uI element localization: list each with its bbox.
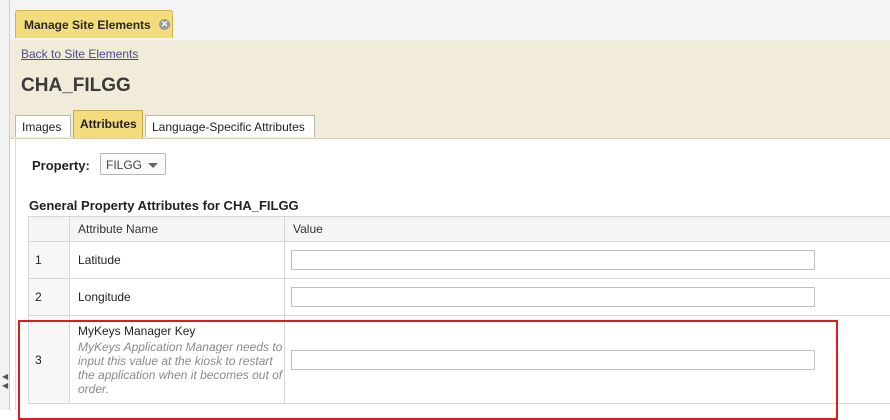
attribute-name-text: Latitude	[78, 253, 284, 267]
row-number: 3	[29, 316, 70, 404]
attribute-name: MyKeys Manager Key MyKeys Application Ma…	[70, 316, 285, 404]
back-to-site-elements-link[interactable]: Back to Site Elements	[21, 47, 138, 61]
tab-label: Manage Site Elements	[24, 18, 151, 32]
chevron-down-icon	[148, 163, 158, 168]
column-header-number	[29, 217, 70, 242]
row-number: 2	[29, 279, 70, 316]
tab-label: Language-Specific Attributes	[152, 120, 305, 134]
column-header-value: Value	[285, 217, 890, 242]
latitude-input[interactable]	[291, 250, 815, 270]
page-header: Back to Site Elements CHA_FILGG Images A…	[10, 40, 890, 139]
property-select-value: FILGG	[106, 158, 142, 172]
attributes-panel: Property: FILGG General Property Attribu…	[15, 139, 890, 410]
tab-attributes[interactable]: Attributes	[73, 110, 143, 138]
attribute-name-text: MyKeys Manager Key	[78, 324, 284, 338]
left-collapse-strip[interactable]: ◀◀	[0, 0, 10, 410]
longitude-input[interactable]	[291, 287, 815, 307]
tab-label: Images	[22, 120, 61, 134]
table-header-row: Attribute Name Value	[29, 217, 890, 242]
table-row: 2 Longitude	[29, 279, 890, 316]
section-title: General Property Attributes for CHA_FILG…	[29, 198, 299, 213]
table-row: 1 Latitude	[29, 242, 890, 279]
property-label: Property:	[32, 158, 90, 173]
tab-images[interactable]: Images	[15, 115, 71, 137]
attribute-description: MyKeys Application Manager needs to inpu…	[78, 340, 284, 396]
top-tab-bar: Manage Site Elements ✕	[10, 0, 890, 43]
tab-manage-site-elements[interactable]: Manage Site Elements ✕	[15, 10, 173, 38]
collapse-arrow-icon[interactable]: ◀◀	[2, 372, 7, 406]
attribute-value-cell	[285, 242, 890, 279]
column-header-attribute-name: Attribute Name	[70, 217, 285, 242]
table-row: 3 MyKeys Manager Key MyKeys Application …	[29, 316, 890, 404]
tab-label: Attributes	[80, 117, 137, 131]
attributes-table: Attribute Name Value 1 Latitude 2 Longit…	[28, 216, 890, 404]
property-select[interactable]: FILGG	[100, 153, 166, 175]
attribute-value-cell	[285, 316, 890, 404]
page-title: CHA_FILGG	[21, 75, 131, 97]
tab-language-specific-attributes[interactable]: Language-Specific Attributes	[145, 115, 315, 137]
attribute-name-text: Longitude	[78, 290, 284, 304]
close-icon[interactable]: ✕	[159, 19, 170, 30]
attribute-name: Longitude	[70, 279, 285, 316]
attribute-value-cell	[285, 279, 890, 316]
attribute-name: Latitude	[70, 242, 285, 279]
mykeys-manager-key-input[interactable]	[291, 350, 815, 370]
row-number: 1	[29, 242, 70, 279]
